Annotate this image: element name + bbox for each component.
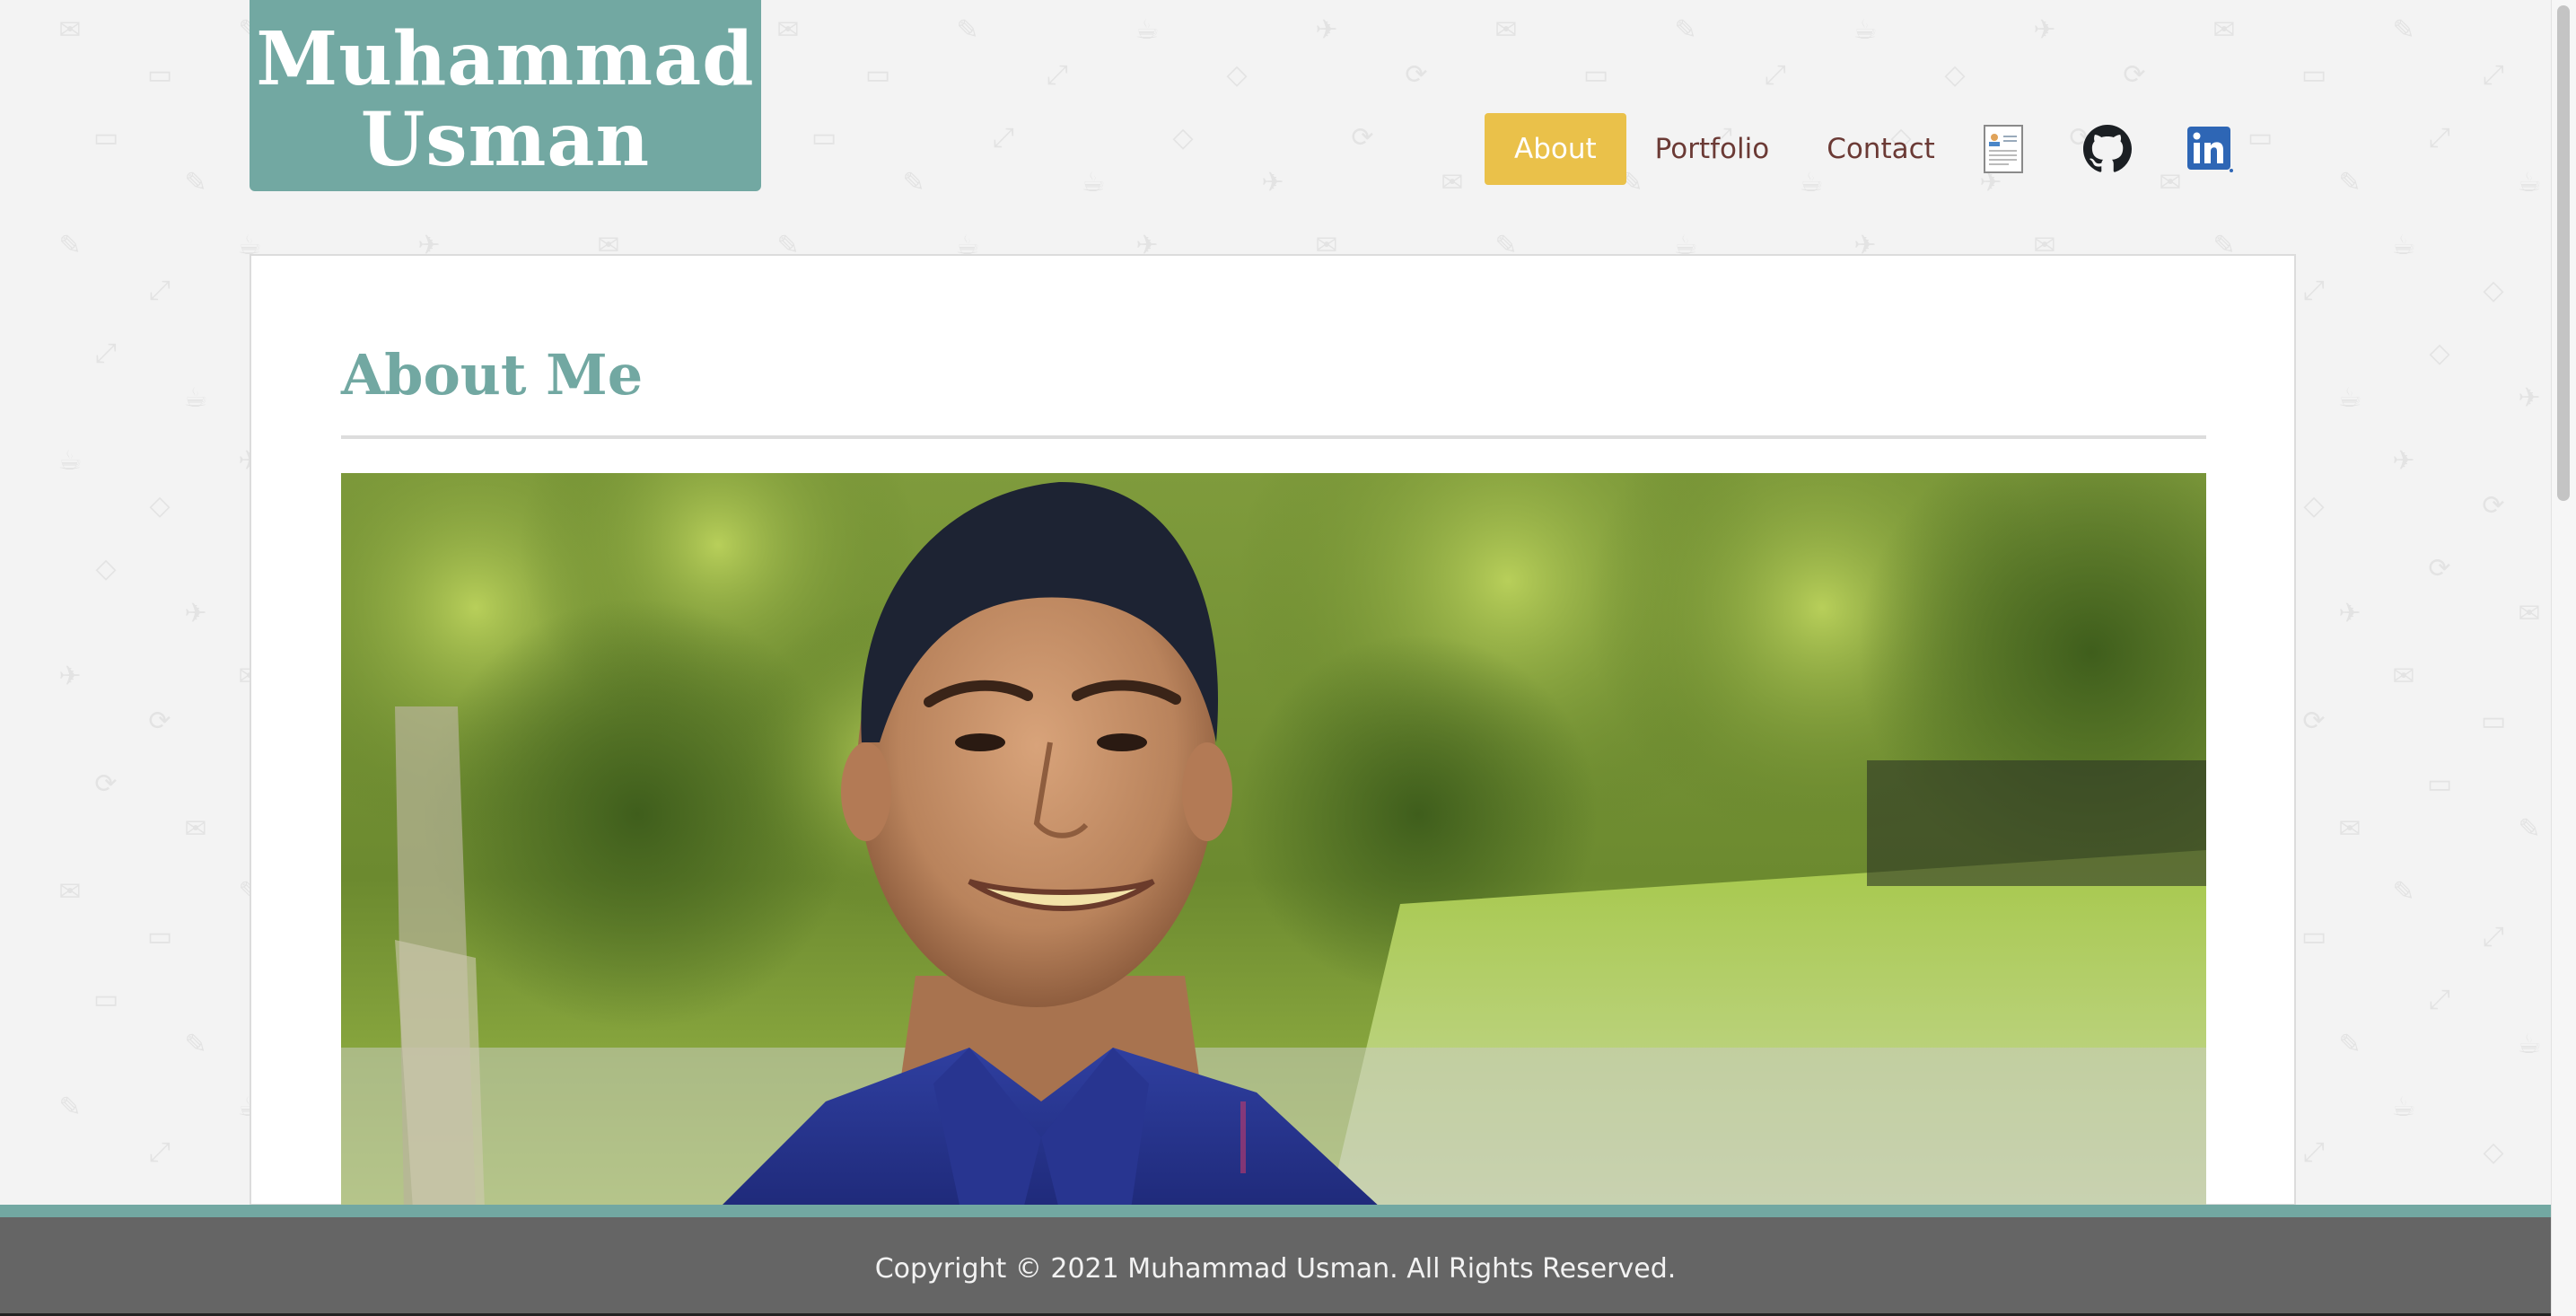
background-glyph: ▭: [92, 984, 119, 1015]
background-glyph: ✎: [2338, 1029, 2361, 1060]
background-glyph: ✎: [2518, 813, 2541, 845]
background-glyph: ◇: [2303, 490, 2325, 522]
background-glyph: ✎: [58, 1092, 82, 1123]
background-glyph: ☕: [2391, 1092, 2416, 1123]
background-glyph: ✉: [2392, 661, 2415, 692]
nav-contact[interactable]: Contact: [1798, 113, 1964, 185]
brand-first-name: Muhammad: [256, 15, 755, 102]
background-glyph: ⤢: [2303, 275, 2325, 306]
background-glyph: ⟳: [148, 706, 171, 737]
background-glyph: ⟳: [2482, 490, 2505, 522]
background-glyph: ✈: [2338, 598, 2361, 629]
background-glyph: ☕: [57, 445, 83, 477]
background-glyph: ✈: [2518, 382, 2541, 414]
background-glyph: ⤢: [95, 338, 117, 369]
background-glyph: ◇: [2429, 338, 2450, 369]
nav-portfolio[interactable]: Portfolio: [1626, 113, 1799, 185]
background-glyph: ⟳: [2428, 553, 2451, 584]
background-glyph: ▭: [2480, 706, 2507, 737]
site-footer: Copyright © 2021 Muhammad Usman. All Rig…: [0, 1205, 2551, 1316]
background-glyph: ✈: [58, 661, 82, 692]
scrollbar-thumb[interactable]: [2557, 5, 2570, 501]
vertical-scrollbar[interactable]: [2551, 0, 2576, 1316]
background-glyph: ✎: [184, 1029, 207, 1060]
background-glyph: ✉: [184, 813, 207, 845]
background-glyph: ▭: [2426, 768, 2453, 800]
background-glyph: ◇: [95, 553, 117, 584]
background-glyph: ✉: [2338, 813, 2361, 845]
site-header: Muhammad Usman About Portfolio Contact: [0, 0, 2551, 256]
background-glyph: ▭: [146, 921, 173, 952]
site-logo[interactable]: Muhammad Usman: [250, 0, 761, 191]
background-glyph: ▭: [2300, 921, 2327, 952]
background-glyph: ◇: [2483, 1136, 2504, 1168]
copyright-text: Copyright © 2021 Muhammad Usman. All Rig…: [874, 1252, 1677, 1285]
brand-last-name: Usman: [360, 96, 651, 183]
background-glyph: ✎: [2392, 876, 2415, 908]
resume-icon[interactable]: [1978, 124, 2028, 174]
about-section: About Me: [250, 254, 2296, 1209]
background-glyph: ⟳: [94, 768, 118, 800]
background-glyph: ✈: [184, 598, 207, 629]
background-glyph: ⤢: [149, 275, 171, 306]
page-title: About Me: [341, 342, 644, 408]
profile-photo: [341, 473, 2206, 1209]
nav-about[interactable]: About: [1485, 113, 1626, 185]
background-glyph: ☕: [183, 382, 208, 414]
background-glyph: ✈: [2392, 445, 2415, 477]
github-icon[interactable]: [2082, 124, 2133, 174]
background-glyph: ◇: [149, 490, 171, 522]
background-glyph: ☕: [2517, 1029, 2542, 1060]
background-glyph: ☕: [2337, 382, 2362, 414]
background-glyph: ◇: [2483, 275, 2504, 306]
background-glyph: ✉: [58, 876, 82, 908]
background-glyph: ⤢: [2429, 984, 2450, 1015]
main-nav: About Portfolio Contact: [1485, 113, 1964, 185]
background-glyph: ⟳: [2302, 706, 2326, 737]
background-glyph: ⤢: [2303, 1136, 2325, 1168]
background-glyph: ⤢: [2483, 921, 2504, 952]
background-glyph: ⤢: [149, 1136, 171, 1168]
linkedin-icon[interactable]: [2185, 124, 2235, 174]
title-divider: [341, 435, 2206, 439]
background-glyph: ✉: [2518, 598, 2541, 629]
